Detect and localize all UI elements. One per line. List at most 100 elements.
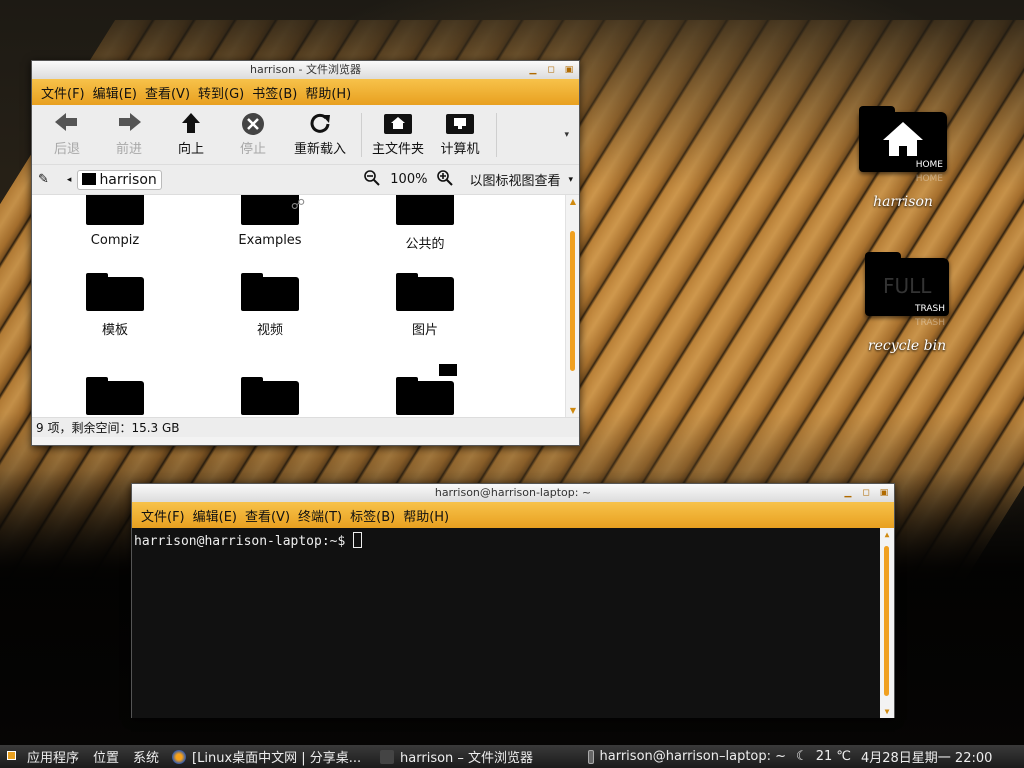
home-folder-icon: HOME HOME bbox=[859, 106, 947, 184]
minimize-button[interactable]: ▁ bbox=[842, 484, 854, 502]
reload-label: 重新载入 bbox=[293, 142, 346, 157]
zoom-in-icon[interactable] bbox=[437, 169, 454, 190]
back-label: 后退 bbox=[53, 142, 80, 157]
folder-icon bbox=[241, 377, 299, 415]
terminal-menubar: 文件(F) 编辑(E) 查看(V) 终端(T) 标签(B) 帮助(H) bbox=[132, 502, 894, 528]
terminal-scrollbar[interactable]: ▲ ▼ bbox=[880, 528, 894, 718]
menu-help[interactable]: 帮助(H) bbox=[400, 506, 452, 525]
toolbar-overflow-icon[interactable]: ▾ bbox=[564, 130, 569, 140]
folder-item[interactable]: ☍ Examples bbox=[215, 195, 325, 248]
file-browser-toolbar: 后退 前进 向上 停止 重新载入 主文件夹 计算机 ▾ bbox=[32, 105, 579, 165]
folder-item[interactable]: 视频 bbox=[215, 273, 325, 338]
folder-icon: ☍ bbox=[241, 195, 305, 225]
terminal-area[interactable]: harrison@harrison-laptop:~$ ▲ ▼ bbox=[132, 528, 894, 718]
desktop-home-icon[interactable]: HOME HOME harrison bbox=[848, 106, 958, 210]
scroll-up-icon[interactable]: ▲ bbox=[566, 197, 579, 206]
task-label: harrison@harrison–laptop: ~ bbox=[599, 749, 787, 764]
task-label: harrison – 文件浏览器 bbox=[400, 751, 534, 766]
link-emblem-icon: ☍ bbox=[290, 197, 305, 213]
scrollbar-thumb[interactable] bbox=[884, 546, 889, 696]
folder-icon bbox=[396, 363, 458, 415]
view-mode-select[interactable]: 以图标视图查看 bbox=[469, 170, 560, 189]
home-folder-mini-icon bbox=[367, 112, 429, 138]
folder-item[interactable] bbox=[370, 363, 480, 417]
places-menu[interactable]: 位置 bbox=[86, 747, 126, 766]
stop-button[interactable]: 停止 bbox=[222, 112, 284, 157]
folder-icon bbox=[396, 273, 454, 311]
weather-temp[interactable]: 21 ℃ bbox=[812, 749, 855, 764]
folder-item[interactable]: 公共的 bbox=[370, 195, 480, 252]
stop-label: 停止 bbox=[239, 142, 266, 157]
desktop-trash-label: recycle bin bbox=[867, 338, 947, 354]
file-browser-window: harrison - 文件浏览器 ▁ ◻ ▣ 文件(F) 编辑(E) 查看(V)… bbox=[31, 60, 580, 446]
home-caption-reflection: HOME bbox=[915, 174, 943, 184]
close-button[interactable]: ▣ bbox=[878, 484, 890, 502]
desktop-trash-icon[interactable]: FULL TRASH TRASH recycle bin bbox=[852, 252, 962, 354]
up-button[interactable]: 向上 bbox=[160, 112, 222, 157]
menu-edit[interactable]: 编辑(E) bbox=[90, 83, 140, 102]
trash-full-overlay: FULL bbox=[883, 274, 932, 298]
task-terminal[interactable]: harrison@harrison–laptop: ~ bbox=[582, 745, 792, 768]
forward-button[interactable]: 前进 bbox=[98, 112, 160, 157]
crumb-left-arrow-icon[interactable]: ◂ bbox=[67, 175, 72, 185]
trash-folder-icon: FULL TRASH TRASH bbox=[865, 252, 949, 328]
file-browser-statusbar: 9 项，剩余空间：15.3 GB bbox=[32, 417, 579, 437]
folder-icon bbox=[86, 377, 144, 415]
menu-help[interactable]: 帮助(H) bbox=[302, 83, 354, 102]
close-button[interactable]: ▣ bbox=[563, 61, 575, 79]
breadcrumb-harrison[interactable]: harrison bbox=[77, 169, 162, 190]
scroll-down-icon[interactable]: ▼ bbox=[880, 707, 894, 716]
menu-view[interactable]: 查看(V) bbox=[242, 506, 293, 525]
moon-icon: ☾ bbox=[796, 749, 808, 764]
zoom-level: 100% bbox=[390, 172, 428, 187]
task-file-browser[interactable]: harrison – 文件浏览器 bbox=[374, 745, 582, 768]
menu-file[interactable]: 文件(F) bbox=[38, 83, 88, 102]
arrow-right-icon bbox=[98, 112, 160, 138]
applications-menu[interactable]: 应用程序 bbox=[20, 747, 86, 766]
scrollbar-thumb[interactable] bbox=[570, 231, 575, 371]
system-menu[interactable]: 系统 bbox=[126, 747, 166, 766]
trash-caption: TRASH bbox=[914, 304, 945, 314]
menu-edit[interactable]: 编辑(E) bbox=[190, 506, 240, 525]
view-mode-dropdown-icon[interactable]: ▾ bbox=[568, 175, 573, 185]
minimize-button[interactable]: ▁ bbox=[527, 61, 539, 79]
menu-file[interactable]: 文件(F) bbox=[138, 506, 188, 525]
terminal-window: harrison@harrison-laptop: ~ ▁ ◻ ▣ 文件(F) … bbox=[131, 483, 895, 718]
maximize-button[interactable]: ◻ bbox=[860, 484, 872, 502]
folder-icon bbox=[86, 273, 144, 311]
zoom-out-icon[interactable] bbox=[364, 169, 380, 190]
location-edit-icon[interactable]: ✎ bbox=[38, 172, 49, 187]
file-icon-view: Compiz ☍ Examples 公共的 模板 视频 图片 ▲ ▼ bbox=[32, 195, 579, 417]
arrow-up-icon bbox=[160, 112, 222, 138]
clock[interactable]: 4月28日星期一 22:00 bbox=[855, 747, 992, 766]
folder-item[interactable] bbox=[60, 377, 170, 417]
folder-item[interactable] bbox=[215, 377, 325, 417]
folder-item[interactable]: 模板 bbox=[60, 273, 170, 338]
folder-icon bbox=[396, 195, 454, 225]
menu-view[interactable]: 查看(V) bbox=[142, 83, 193, 102]
file-browser-titlebar[interactable]: harrison - 文件浏览器 ▁ ◻ ▣ bbox=[32, 61, 579, 79]
menu-logo-icon[interactable] bbox=[0, 749, 20, 764]
menu-tabs[interactable]: 标签(B) bbox=[347, 506, 398, 525]
terminal-titlebar[interactable]: harrison@harrison-laptop: ~ ▁ ◻ ▣ bbox=[132, 484, 894, 502]
terminal-cursor bbox=[353, 532, 363, 548]
scroll-up-icon[interactable]: ▲ bbox=[880, 530, 894, 539]
status-text: 9 项，剩余空间：15.3 GB bbox=[36, 421, 180, 435]
folder-item[interactable]: 图片 bbox=[370, 273, 480, 338]
scroll-down-icon[interactable]: ▼ bbox=[566, 406, 579, 415]
folder-item[interactable]: Compiz bbox=[60, 195, 170, 248]
window-title: harrison - 文件浏览器 bbox=[249, 63, 361, 76]
task-browser[interactable]: [Linux桌面中文网 | 分享桌... bbox=[166, 745, 374, 768]
desktop-home-label: harrison bbox=[873, 194, 933, 210]
computer-button[interactable]: 计算机 bbox=[429, 112, 491, 157]
maximize-button[interactable]: ◻ bbox=[545, 61, 557, 79]
menu-go[interactable]: 转到(G) bbox=[195, 83, 247, 102]
menu-terminal[interactable]: 终端(T) bbox=[295, 506, 345, 525]
home-button[interactable]: 主文件夹 bbox=[367, 112, 429, 157]
computer-label: 计算机 bbox=[440, 142, 480, 157]
menu-bookmarks[interactable]: 书签(B) bbox=[249, 83, 300, 102]
file-view-scrollbar[interactable]: ▲ ▼ bbox=[565, 195, 579, 417]
reload-button[interactable]: 重新载入 bbox=[284, 112, 356, 157]
back-button[interactable]: 后退 bbox=[36, 112, 98, 157]
home-caption: HOME bbox=[915, 160, 943, 170]
